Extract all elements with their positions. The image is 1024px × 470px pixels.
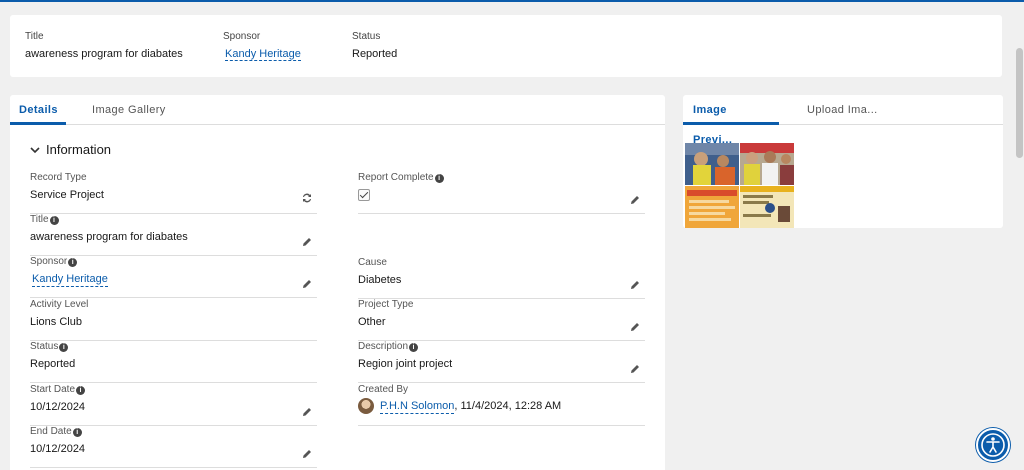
- highlight-status-label: Status: [352, 31, 381, 42]
- field-label: Record Type: [30, 172, 87, 183]
- highlight-title: Title awareness program for diabates: [25, 31, 183, 61]
- edit-icon[interactable]: [301, 278, 313, 290]
- field-label: Description: [358, 341, 409, 352]
- edit-icon[interactable]: [629, 194, 641, 206]
- field-description: Description i Region joint project: [358, 341, 645, 383]
- field-cause: Cause Diabetes: [358, 257, 645, 299]
- field-label: Project Type: [358, 299, 414, 310]
- field-report-complete: Report Complete i: [358, 172, 645, 214]
- field-value: Region joint project: [358, 358, 453, 370]
- tab-details[interactable]: Details: [10, 95, 66, 125]
- main-tabs: Details Image Gallery: [10, 95, 665, 125]
- field-status: Status i Reported: [30, 341, 317, 383]
- field-label: Activity Level: [30, 299, 89, 310]
- report-complete-checkbox: [358, 189, 370, 201]
- field-record-type: Record Type Service Project: [30, 172, 317, 214]
- field-value: 10/12/2024: [30, 443, 86, 455]
- field-end-date: End Date i 10/12/2024: [30, 426, 317, 468]
- info-icon[interactable]: i: [409, 342, 419, 352]
- field-sponsor: Sponsor i Kandy Heritage: [30, 256, 317, 298]
- info-icon[interactable]: i: [49, 215, 59, 225]
- info-icon[interactable]: i: [59, 342, 69, 352]
- field-label: End Date: [30, 426, 72, 437]
- edit-icon[interactable]: [629, 321, 641, 333]
- field-label: Status: [30, 341, 59, 352]
- created-by-user-link[interactable]: P.H.N Solomon: [380, 399, 455, 414]
- section-information-title: Information: [46, 142, 112, 157]
- thumbnail-image[interactable]: [740, 143, 794, 185]
- field-label: Report Complete: [358, 172, 434, 183]
- highlight-status: Status Reported: [352, 31, 397, 61]
- field-value: Service Project: [30, 189, 104, 201]
- page-scrollbar[interactable]: [1014, 46, 1024, 470]
- edit-icon[interactable]: [629, 363, 641, 375]
- image-preview-card: Image Previ... Upload Ima...: [683, 95, 1003, 228]
- field-value: 10/12/2024: [30, 401, 86, 413]
- accessibility-button[interactable]: [976, 428, 1010, 462]
- field-value: Other: [358, 316, 386, 328]
- edit-icon[interactable]: [301, 406, 313, 418]
- field-label: Start Date: [30, 384, 76, 395]
- top-accent-bar: [0, 0, 1024, 2]
- scrollbar-thumb[interactable]: [1016, 48, 1023, 158]
- edit-icon[interactable]: [629, 279, 641, 291]
- image-thumbnails: [685, 143, 795, 229]
- field-value: awareness program for diabates: [30, 231, 188, 243]
- highlight-sponsor-label: Sponsor: [223, 31, 261, 42]
- info-icon[interactable]: i: [68, 257, 78, 267]
- info-icon[interactable]: i: [72, 427, 82, 437]
- highlight-title-value: awareness program for diabates: [25, 48, 183, 60]
- field-project-type: Project Type Other: [358, 299, 645, 341]
- tab-upload-image[interactable]: Upload Ima...: [807, 95, 878, 125]
- chevron-down-icon: [30, 146, 40, 153]
- field-title: Title i awareness program for diabates: [30, 214, 317, 256]
- section-information-toggle[interactable]: Information: [28, 142, 111, 157]
- sponsor-link[interactable]: Kandy Heritage: [32, 272, 108, 287]
- highlight-title-label: Title: [25, 31, 44, 42]
- field-created-by: Created By P.H.N Solomon , 11/4/2024, 12…: [358, 384, 645, 426]
- highlight-status-value: Reported: [352, 48, 398, 60]
- accessibility-icon: [981, 433, 1005, 457]
- field-value: Reported: [30, 358, 76, 370]
- field-label: Title: [30, 214, 49, 225]
- field-label: Created By: [358, 384, 409, 395]
- field-start-date: Start Date i 10/12/2024: [30, 384, 317, 426]
- info-icon[interactable]: i: [434, 173, 444, 183]
- highlight-sponsor: Sponsor Kandy Heritage: [223, 31, 301, 61]
- field-value: Diabetes: [358, 274, 402, 286]
- details-card: Details Image Gallery Information Record…: [10, 95, 665, 470]
- record-highlights: Title awareness program for diabates Spo…: [10, 15, 1002, 77]
- field-label: Sponsor: [30, 256, 68, 267]
- field-value: Lions Club: [30, 316, 82, 328]
- thumbnail-image[interactable]: [685, 143, 739, 185]
- thumbnail-image[interactable]: [740, 186, 794, 228]
- edit-icon[interactable]: [301, 236, 313, 248]
- created-timestamp: , 11/4/2024, 12:28 AM: [454, 400, 562, 412]
- info-icon[interactable]: i: [76, 385, 86, 395]
- avatar: [358, 398, 374, 414]
- side-tabs: Image Previ... Upload Ima...: [683, 95, 1003, 146]
- thumbnail-image[interactable]: [685, 186, 739, 228]
- tab-image-gallery[interactable]: Image Gallery: [92, 95, 166, 125]
- field-label: Cause: [358, 257, 387, 268]
- edit-icon[interactable]: [301, 448, 313, 460]
- highlight-sponsor-link[interactable]: Kandy Heritage: [225, 48, 301, 61]
- field-activity-level: Activity Level Lions Club: [30, 299, 317, 341]
- tab-image-preview[interactable]: Image Previ...: [683, 95, 779, 146]
- change-record-type-icon[interactable]: [301, 192, 313, 204]
